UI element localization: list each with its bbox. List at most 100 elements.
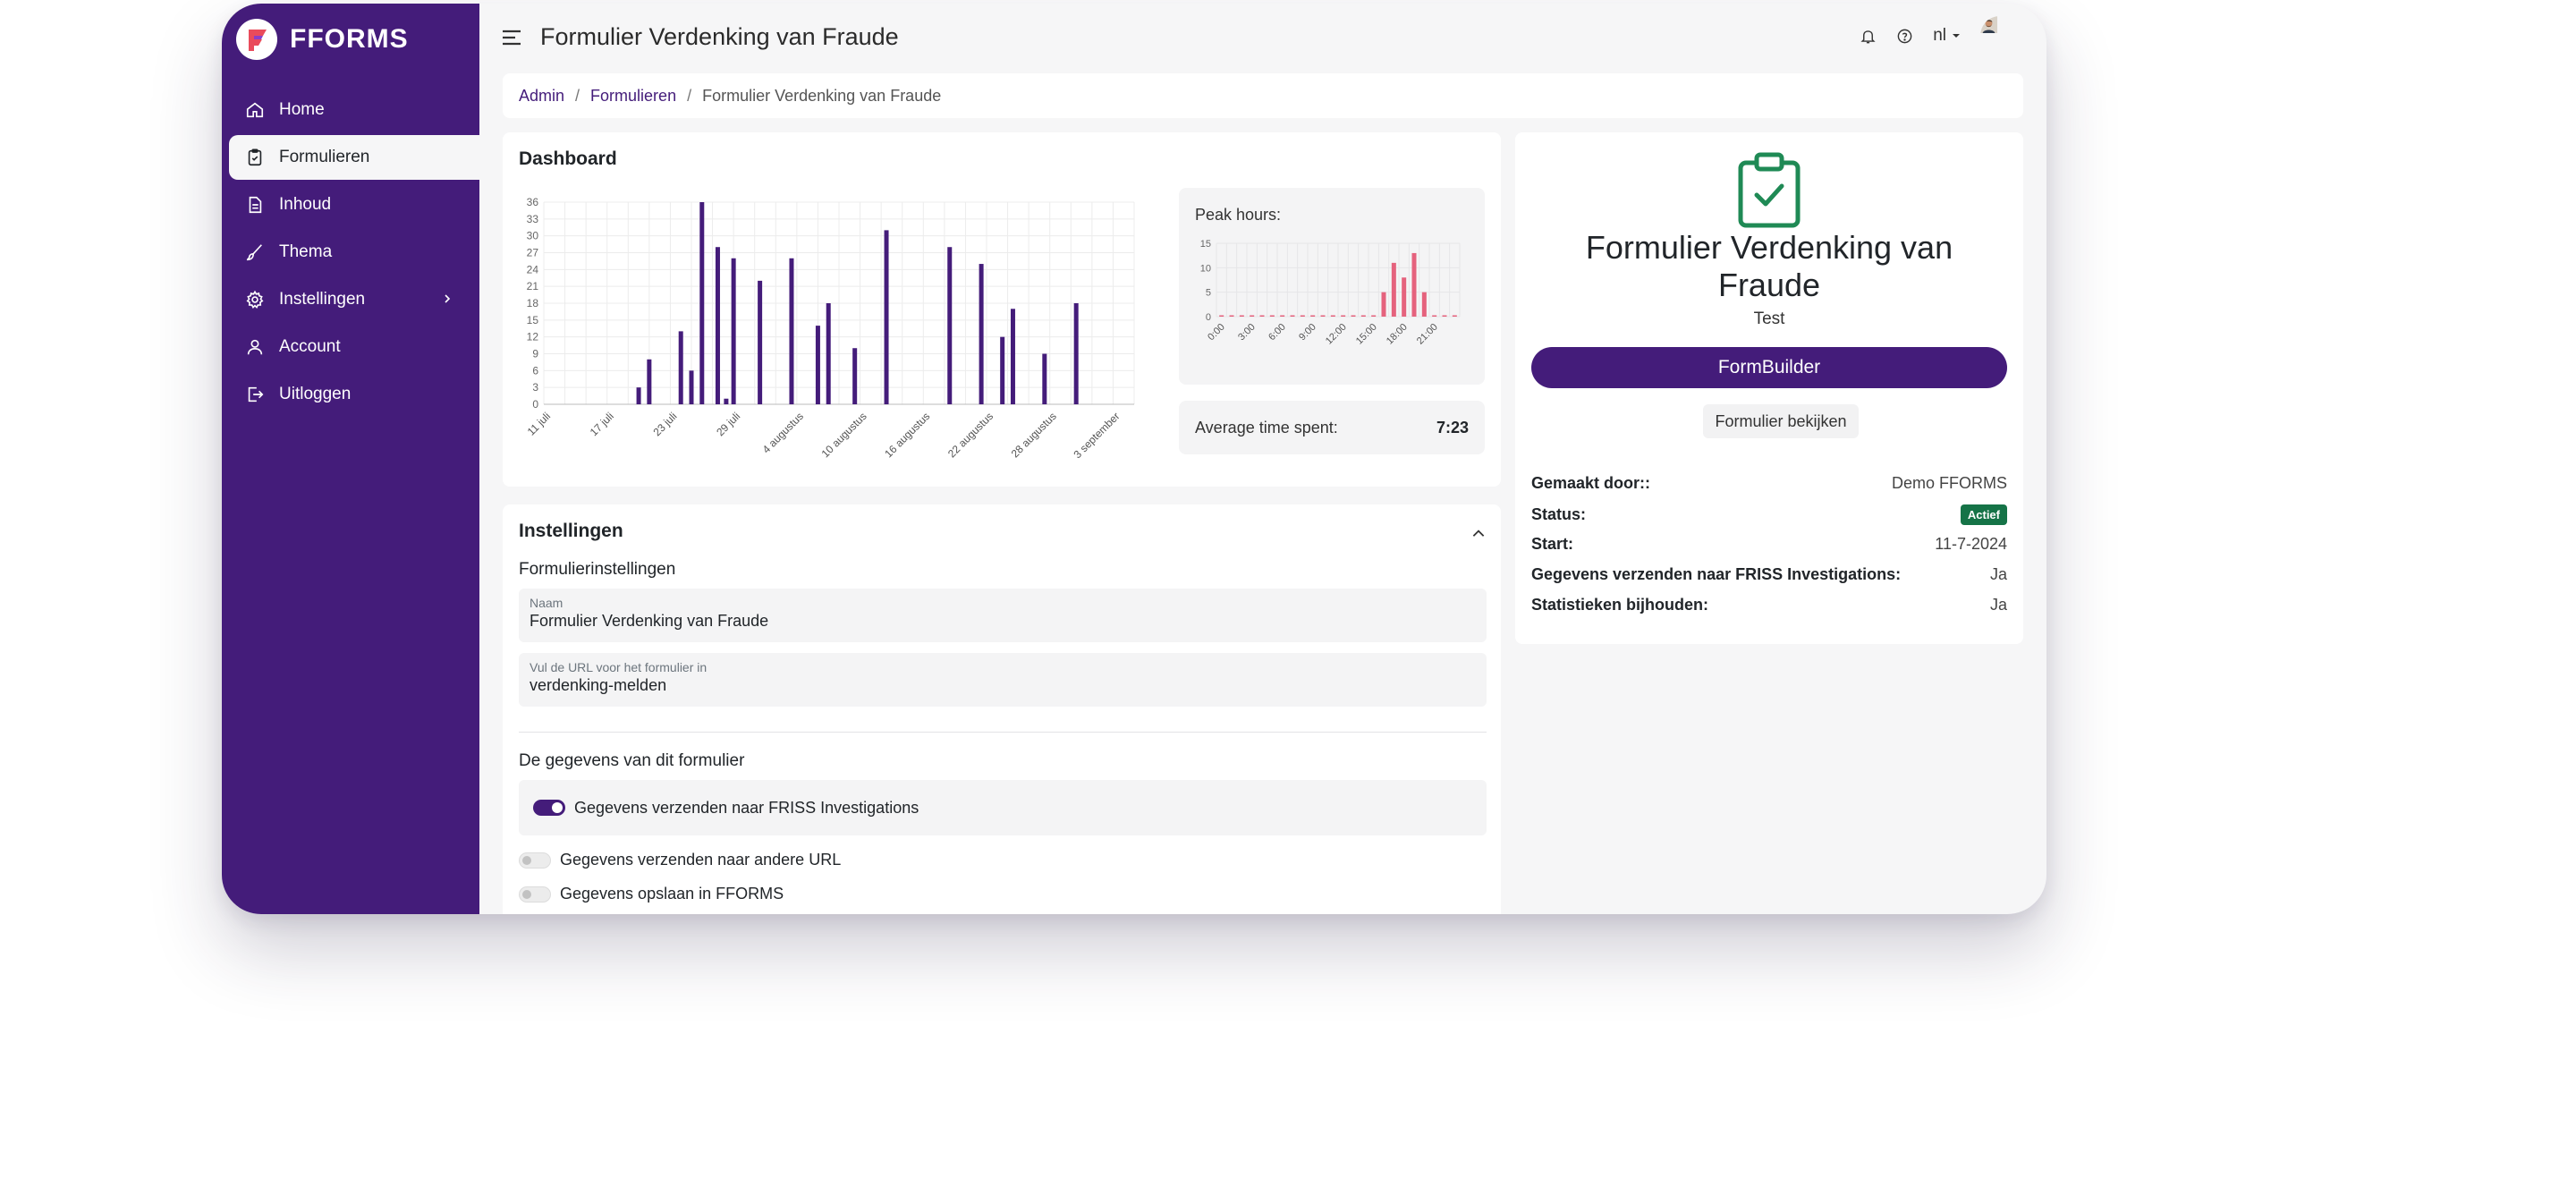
sidebar-item-home[interactable]: Home (229, 88, 479, 132)
form-title: Formulier Verdenking van Fraude (1585, 229, 1953, 303)
chevron-up-icon[interactable] (1470, 526, 1487, 542)
toggle-switch[interactable] (533, 800, 565, 816)
meta-key: Start: (1531, 535, 1574, 553)
x-tick-label: 15:00 (1354, 322, 1379, 347)
bar (1290, 315, 1295, 317)
bar (1442, 315, 1447, 317)
breadcrumb-separator: / (575, 86, 580, 105)
bar (647, 359, 652, 404)
bar (724, 398, 729, 404)
breadcrumb-link-admin[interactable]: Admin (519, 87, 564, 106)
sidebar-item-instellingen[interactable]: Instellingen (229, 277, 479, 322)
breadcrumb-current: Formulier Verdenking van Fraude (702, 86, 942, 105)
bar (1010, 309, 1015, 404)
x-tick-label: 9:00 (1297, 322, 1318, 343)
url-field-label: Vul de URL voor het formulier in (530, 660, 708, 674)
gear-icon (246, 290, 264, 309)
bar (1073, 303, 1079, 404)
y-tick-label: 0 (532, 398, 538, 411)
toggle-label: Gegevens opslaan in FFORMS (560, 885, 784, 903)
bar (1411, 252, 1417, 317)
submissions-bar-chart: 036912151821242730333611 juli 17 juli 23 j… (525, 196, 1135, 461)
toggle-friss[interactable]: Gegevens verzenden naar FRISS Investigat… (519, 780, 1487, 835)
toggle-switch[interactable] (519, 852, 551, 869)
x-tick-label: 17 juli (588, 410, 616, 438)
y-tick-label: 24 (527, 263, 539, 275)
document-icon (249, 196, 262, 214)
bar (715, 247, 720, 404)
toggle-label: Gegevens verzenden naar FRISS Investigat… (574, 798, 919, 817)
brand-name: FFORMS (290, 24, 409, 54)
sidebar-item-inhoud[interactable]: Inhoud (229, 182, 479, 227)
bar (1402, 277, 1407, 317)
bar (1371, 315, 1377, 317)
y-tick-label: 36 (527, 196, 539, 208)
x-tick-label: 29 juli (714, 410, 742, 438)
fforms-logo-icon (236, 19, 277, 60)
x-tick-label: 10 augustus (819, 410, 869, 460)
chevron-right-icon (445, 294, 451, 303)
bar (789, 258, 794, 404)
x-tick-label: 18:00 (1385, 322, 1410, 347)
x-tick-label: 22 augustus (945, 410, 996, 460)
average-time-panel: Average time spent: 7:23 (1179, 401, 1485, 454)
view-form-button[interactable]: Formulier bekijken (1703, 404, 1859, 438)
help-icon[interactable] (1896, 28, 1913, 45)
bar (1300, 315, 1305, 317)
bar (1250, 315, 1255, 317)
y-tick-label: 21 (527, 280, 539, 292)
y-tick-label: 6 (532, 364, 538, 377)
sidebar-item-account[interactable]: Account (229, 325, 479, 369)
bar (1381, 292, 1386, 317)
meta-key: Statistieken bijhouden: (1531, 596, 1709, 614)
form-info-card: Formulier Verdenking van Fraude Test For… (1515, 132, 2023, 644)
breadcrumb-link-formulieren[interactable]: Formulieren (590, 87, 676, 106)
avatar[interactable] (1980, 16, 2020, 55)
name-field-value: Formulier Verdenking van Fraude (530, 612, 769, 630)
y-tick-label: 0 (1206, 312, 1211, 323)
sidebar-nav: Home Formulieren Inhoud Thema Instelling… (229, 88, 479, 420)
sidebar-item-formulieren[interactable]: Formulieren (229, 135, 479, 180)
toggle-other-url[interactable]: Gegevens verzenden naar andere URL (519, 851, 841, 869)
bar (852, 348, 858, 404)
name-field[interactable]: Naam Formulier Verdenking van Fraude (519, 589, 1487, 642)
bell-icon[interactable] (1860, 28, 1877, 45)
x-tick-label: 16 augustus (882, 410, 932, 460)
bar (1269, 315, 1275, 317)
brush-icon (246, 244, 262, 261)
bar (947, 247, 953, 404)
sidebar-item-uitloggen[interactable]: Uitloggen (229, 372, 479, 417)
bar (1421, 292, 1427, 317)
bar (1239, 315, 1244, 317)
formbuilder-button[interactable]: FormBuilder (1531, 347, 2007, 388)
language-dropdown[interactable]: nl (1933, 26, 1961, 46)
bar (1042, 353, 1047, 404)
y-tick-label: 15 (1200, 239, 1211, 250)
bar (815, 326, 820, 404)
sidebar-item-thema[interactable]: Thema (229, 230, 479, 275)
y-tick-label: 9 (532, 348, 538, 360)
bar (1360, 315, 1366, 317)
menu-icon[interactable] (501, 29, 522, 47)
toggle-store-fforms[interactable]: Gegevens opslaan in FFORMS (519, 885, 784, 903)
bar (1432, 315, 1437, 317)
brand[interactable]: FFORMS (236, 16, 409, 63)
meta-row-start: Start: 11-7-2024 (1531, 535, 2007, 554)
x-tick-label: 6:00 (1267, 322, 1288, 343)
bar (1259, 315, 1265, 317)
y-tick-label: 10 (1200, 263, 1211, 274)
toggle-switch[interactable] (519, 886, 551, 903)
y-tick-label: 27 (527, 247, 539, 259)
logout-icon (248, 386, 264, 403)
bar (1341, 315, 1346, 317)
bar (1391, 262, 1396, 317)
page-title: Formulier Verdenking van Fraude (540, 23, 899, 50)
user-icon (247, 339, 263, 355)
bar (678, 331, 683, 404)
url-field[interactable]: Vul de URL voor het formulier in verdenk… (519, 653, 1487, 707)
y-tick-label: 30 (527, 230, 539, 242)
sidebar: FFORMS Home Formulieren Inhoud Thema Ins… (222, 4, 479, 914)
bar (1000, 336, 1005, 404)
bar (1320, 315, 1326, 317)
clipboard-check-icon (1738, 152, 1801, 228)
